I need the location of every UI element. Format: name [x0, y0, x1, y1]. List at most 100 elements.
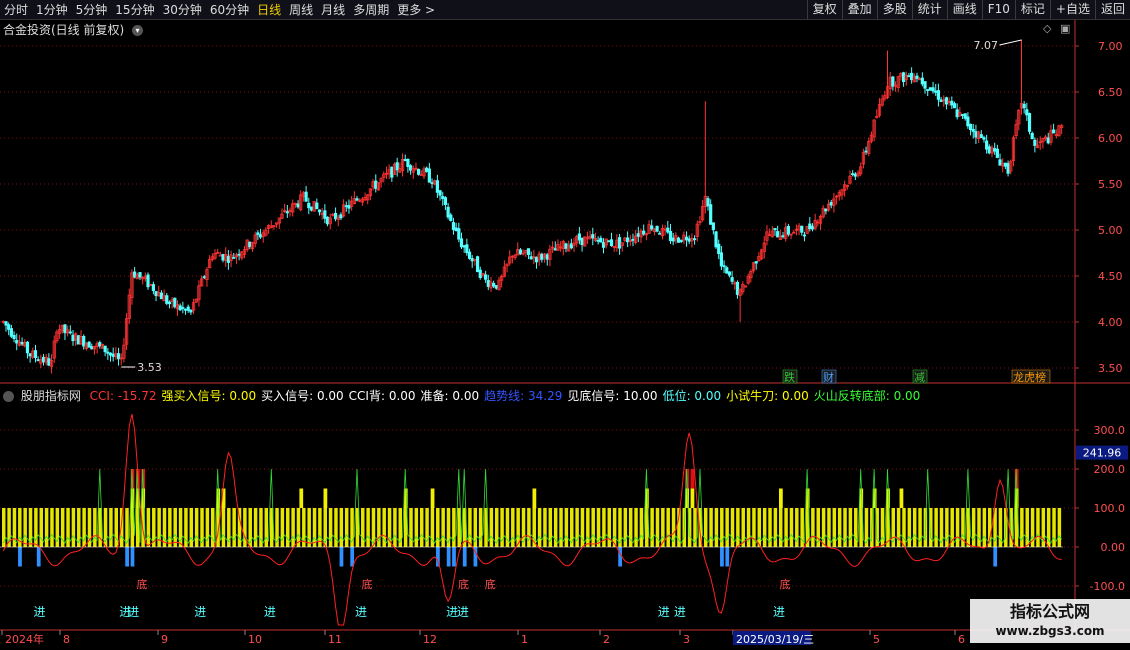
candle-body	[915, 75, 919, 79]
window-icon[interactable]: ▣	[1060, 22, 1070, 35]
candle-body	[28, 353, 32, 357]
candle-body	[773, 228, 777, 231]
yellow-signal-bar	[591, 508, 595, 547]
blue-low-bar	[720, 547, 724, 567]
chevron-down-icon[interactable]	[3, 391, 14, 402]
diamond-icon[interactable]: ◇	[1043, 22, 1051, 35]
yellow-spike	[299, 488, 304, 508]
candle-body	[339, 214, 343, 219]
candle-body	[449, 214, 453, 221]
yellow-signal-bar	[468, 508, 472, 547]
indicator-value-7: 低位: 0.00	[662, 389, 722, 403]
yellow-signal-bar	[612, 508, 617, 547]
candle-body	[103, 345, 107, 353]
bottom-signal-3: 底	[485, 577, 496, 591]
bottom-signal-2: 底	[458, 577, 469, 591]
yellow-signal-bar	[832, 508, 837, 547]
chevron-down-icon[interactable]: ▾	[132, 25, 144, 36]
candle-body	[553, 248, 557, 251]
entry-signal-10: 进	[773, 605, 785, 619]
candle-body	[106, 351, 110, 354]
candle-body	[454, 227, 458, 232]
yellow-spike	[430, 488, 435, 508]
candle-body	[609, 239, 614, 247]
yellow-signal-bar	[784, 508, 788, 547]
candle-body	[939, 99, 943, 102]
candle-body	[982, 137, 986, 140]
candle-body	[853, 173, 857, 177]
yellow-signal-bar	[575, 508, 579, 547]
yellow-signal-bar	[912, 508, 917, 547]
candle-body	[829, 202, 833, 206]
candle-body	[167, 301, 172, 305]
indicator-name[interactable]: 股朋指标网	[21, 389, 81, 403]
blue-low-bar	[436, 547, 440, 567]
blue-low-bar	[18, 547, 22, 567]
candle-body	[534, 256, 539, 263]
candle-body	[564, 243, 568, 249]
yellow-signal-bar	[725, 508, 729, 547]
candle-body	[1033, 139, 1037, 146]
blue-low-bar	[462, 547, 467, 567]
candle-body	[323, 210, 327, 219]
candle-body	[406, 158, 410, 167]
candle-body	[20, 341, 24, 345]
candle-body	[133, 271, 137, 278]
yellow-signal-bar	[50, 508, 54, 547]
date-label-9: 2025/03/19/三	[736, 633, 814, 646]
candle-body	[952, 103, 957, 109]
candle-body	[470, 258, 474, 262]
yellow-signal-bar	[312, 508, 317, 547]
yellow-signal-bar	[419, 508, 424, 547]
yellow-spike	[532, 488, 537, 508]
ind-axis-label-0: 300.0	[1094, 424, 1126, 437]
yellow-signal-bar	[527, 508, 531, 547]
high-pointer	[999, 39, 1022, 46]
candle-body	[529, 256, 533, 260]
candle-body	[12, 334, 16, 340]
yellow-signal-bar	[205, 508, 210, 547]
yellow-signal-bar	[339, 508, 344, 547]
candle-body	[577, 233, 581, 241]
yellow-signal-bar	[243, 508, 247, 547]
candle-body	[33, 350, 38, 358]
yellow-signal-bar	[441, 508, 445, 547]
candle-body	[974, 131, 978, 138]
candle-body	[987, 146, 991, 154]
entry-signal-5: 进	[355, 605, 367, 619]
candle-body	[722, 265, 726, 268]
candle-body	[435, 180, 439, 193]
candle-body	[285, 211, 289, 214]
yellow-signal-bar	[955, 508, 960, 547]
entry-signal-3: 进	[194, 605, 206, 619]
yellow-signal-bar	[543, 508, 547, 547]
candle-body	[325, 216, 330, 225]
indicator-value-3: CCI背: 0.00	[348, 389, 416, 403]
watermark: 指标公式网 www.zbgs3.com	[970, 599, 1130, 643]
candle-body	[315, 202, 319, 209]
candle-body	[626, 237, 630, 243]
main-chart-title: 合金投资(日线 前复权) ▾	[3, 21, 144, 38]
blue-low-bar	[125, 547, 129, 567]
candle-body	[642, 230, 646, 235]
chart-canvas[interactable]: 7.00 6.50 6.00 5.50 5.00 4.50 4.00 3.50 7.07 3.53…	[0, 0, 1130, 650]
candle-body	[1006, 163, 1010, 174]
candle-body	[1003, 162, 1007, 167]
candle-body	[569, 243, 573, 249]
candle-body	[417, 168, 421, 175]
candle-body	[7, 324, 11, 330]
candle-body	[4, 321, 8, 326]
candle-body	[76, 335, 80, 345]
candle-body	[802, 234, 807, 237]
candle-body	[920, 77, 924, 85]
yellow-signal-bar	[1020, 508, 1024, 547]
yellow-signal-bar	[168, 508, 172, 547]
low-annotation: 3.53	[137, 361, 162, 374]
candle-body	[1030, 132, 1034, 140]
candle-body	[944, 97, 949, 105]
candle-body	[719, 252, 723, 267]
yellow-signal-bar	[1057, 508, 1062, 547]
candle-body	[650, 225, 654, 230]
blue-low-bar	[36, 547, 41, 567]
candle-body	[221, 254, 225, 261]
